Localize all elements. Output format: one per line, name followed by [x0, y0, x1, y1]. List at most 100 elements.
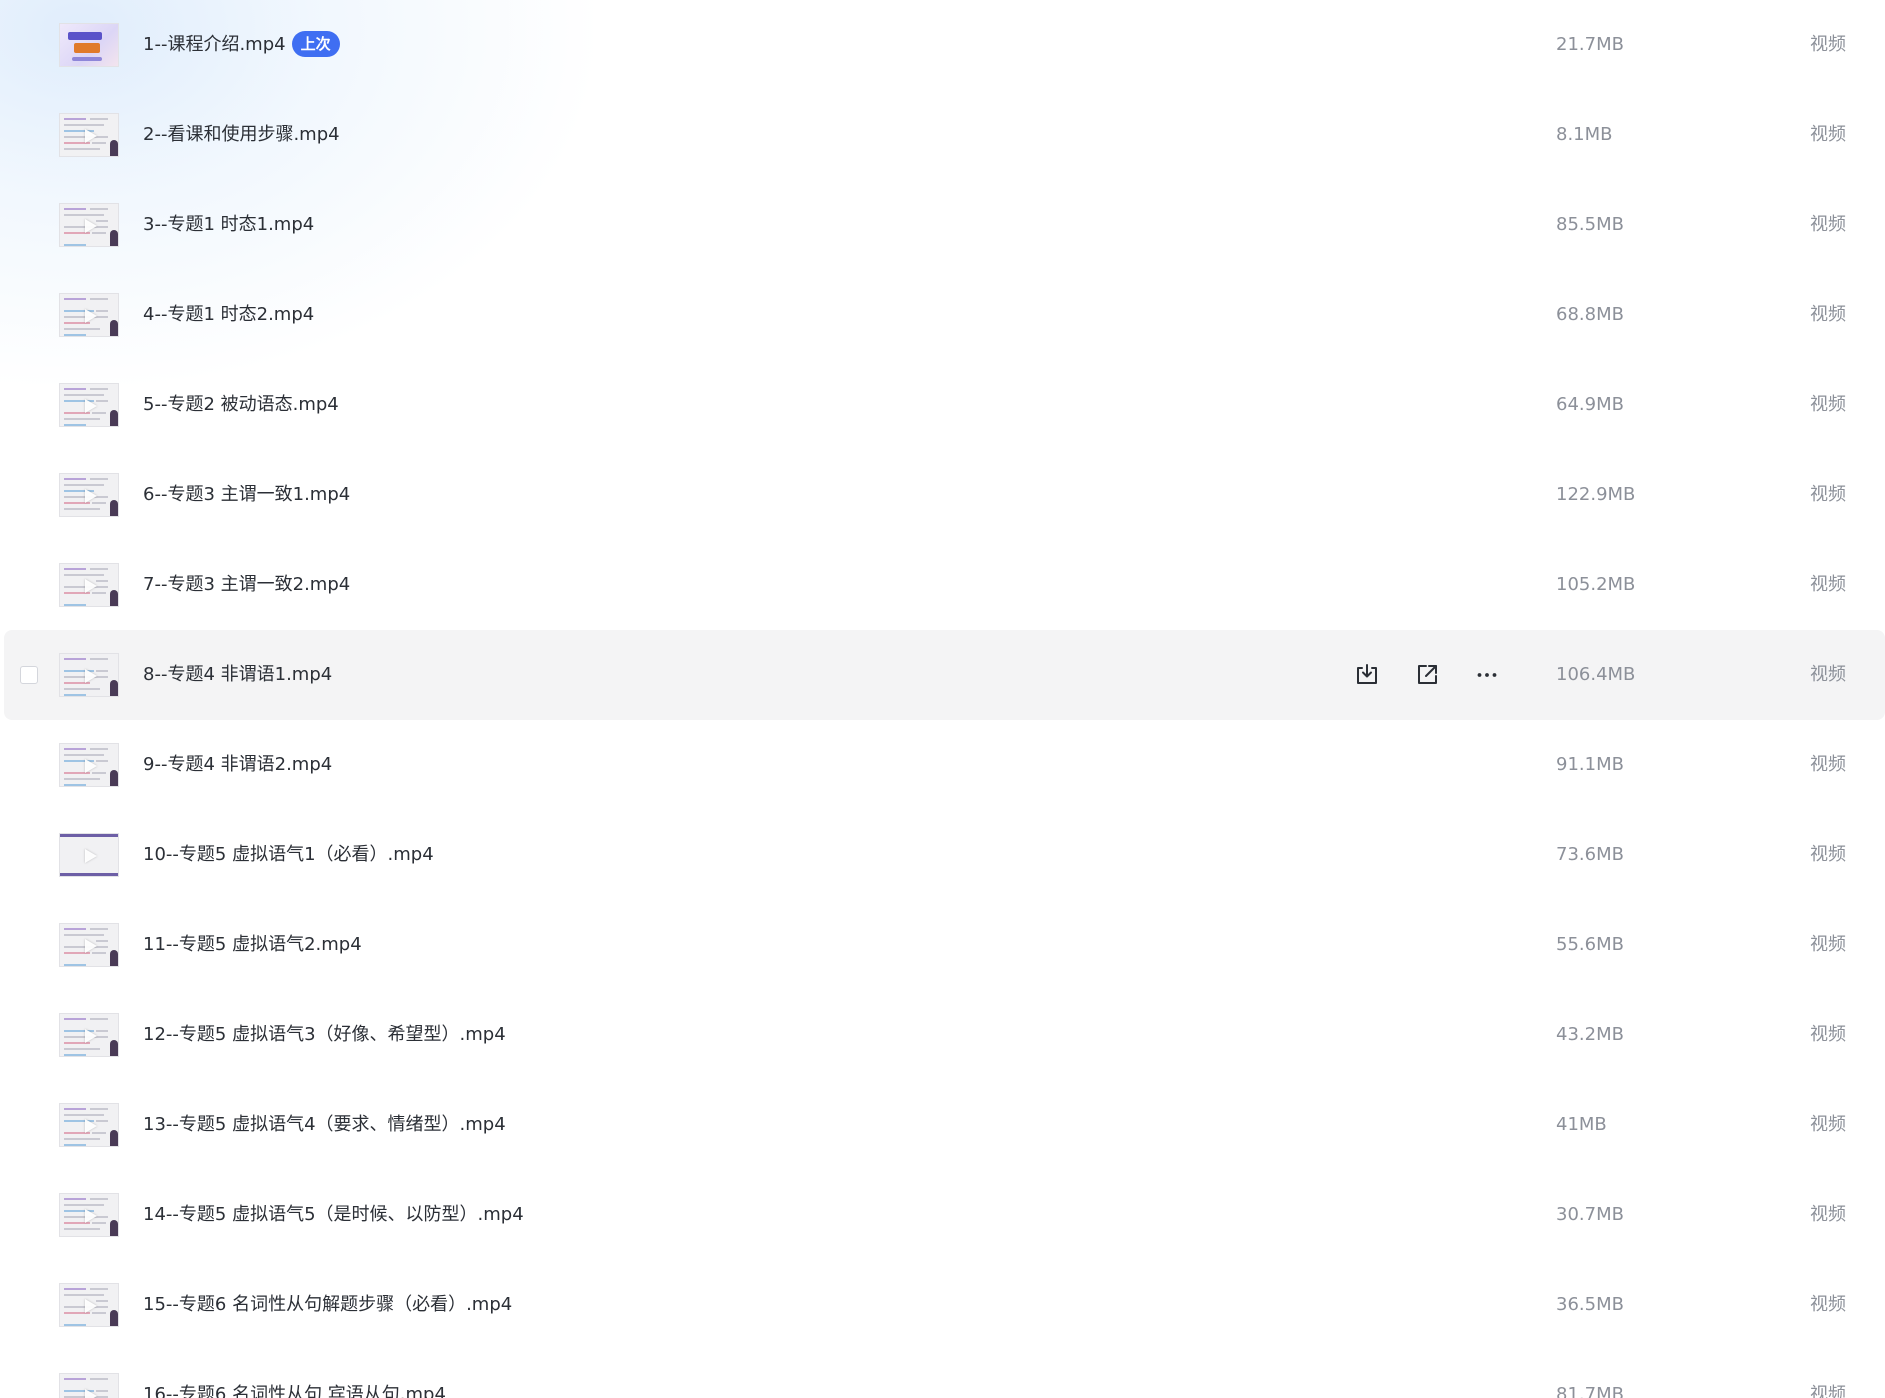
- video-thumbnail[interactable]: [59, 833, 119, 877]
- thumbnail-text-line: [64, 1018, 86, 1020]
- file-name[interactable]: 4--专题1 时态2.mp4: [143, 270, 314, 360]
- file-row[interactable]: 6--专题3 主谓一致1.mp4 122.9MB 视频: [0, 450, 1885, 540]
- file-name[interactable]: 14--专题5 虚拟语气5（是时候、以防型）.mp4: [143, 1170, 524, 1260]
- thumbnail-text-line: [90, 478, 108, 480]
- file-row[interactable]: 13--专题5 虚拟语气4（要求、情绪型）.mp4 41MB 视频: [0, 1080, 1885, 1170]
- video-thumbnail[interactable]: [59, 923, 119, 967]
- file-row[interactable]: 1--课程介绍.mp4 上次 21.7MB 视频: [0, 0, 1885, 90]
- thumbnail-text-line: [90, 298, 108, 300]
- video-thumbnail[interactable]: [59, 293, 119, 337]
- thumbnail-text-line: [64, 478, 86, 480]
- thumbnail-cover-num: [74, 43, 100, 53]
- file-row[interactable]: 5--专题2 被动语态.mp4 64.9MB 视频: [0, 360, 1885, 450]
- file-row[interactable]: 10--专题5 虚拟语气1（必看）.mp4 73.6MB 视频: [0, 810, 1885, 900]
- file-name[interactable]: 7--专题3 主谓一致2.mp4: [143, 540, 350, 630]
- thumbnail-text-line: [90, 208, 108, 210]
- file-row[interactable]: 4--专题1 时态2.mp4 68.8MB 视频: [0, 270, 1885, 360]
- video-thumbnail[interactable]: [59, 473, 119, 517]
- thumbnail-text-line: [64, 1228, 100, 1230]
- file-row[interactable]: 15--专题6 名词性从句解题步骤（必看）.mp4 36.5MB 视频: [0, 1260, 1885, 1350]
- download-button[interactable]: [1352, 660, 1382, 690]
- file-name-text: 3--专题1 时态1.mp4: [143, 214, 315, 235]
- file-name[interactable]: 3--专题1 时态1.mp4: [143, 180, 314, 270]
- file-type: 视频: [1810, 934, 1846, 955]
- file-row[interactable]: 3--专题1 时态1.mp4 85.5MB 视频: [0, 180, 1885, 270]
- file-name-text: 6--专题3 主谓一致1.mp4: [143, 484, 351, 505]
- file-name-text: 16--专题6 名词性从句 宾语从句.mp4: [143, 1384, 446, 1398]
- file-name[interactable]: 16--专题6 名词性从句 宾语从句.mp4: [143, 1350, 446, 1398]
- file-name-text: 9--专题4 非谓语2.mp4: [143, 754, 333, 775]
- video-thumbnail[interactable]: [59, 563, 119, 607]
- thumbnail-bottom-bar: [60, 873, 118, 876]
- file-name[interactable]: 2--看课和使用步骤.mp4: [143, 90, 340, 180]
- thumbnail-text-line: [64, 214, 104, 216]
- play-icon: [85, 1209, 97, 1223]
- select-checkbox[interactable]: [20, 666, 38, 684]
- file-row[interactable]: 9--专题4 非谓语2.mp4 91.1MB 视频: [0, 720, 1885, 810]
- play-icon: [85, 129, 97, 143]
- thumbnail-text-line: [64, 784, 86, 786]
- thumbnail-presenter: [110, 590, 118, 606]
- video-thumbnail[interactable]: [59, 1193, 119, 1237]
- file-size: 122.9MB: [1556, 484, 1636, 505]
- file-size: 41MB: [1556, 1114, 1607, 1135]
- thumbnail-cover-sub: [72, 57, 102, 61]
- thumbnail-text-line: [64, 928, 86, 930]
- thumbnail-text-line: [90, 1378, 108, 1380]
- video-thumbnail[interactable]: [59, 1013, 119, 1057]
- thumbnail-text-line: [64, 484, 104, 486]
- file-row[interactable]: 7--专题3 主谓一致2.mp4 105.2MB 视频: [0, 540, 1885, 630]
- file-type: 视频: [1810, 1024, 1846, 1045]
- thumbnail-text-line: [64, 748, 86, 750]
- file-size: 105.2MB: [1556, 574, 1636, 595]
- thumbnail-text-line: [64, 688, 100, 690]
- file-name[interactable]: 5--专题2 被动语态.mp4: [143, 360, 339, 450]
- thumbnail-text-line: [64, 964, 86, 966]
- video-thumbnail[interactable]: [59, 1373, 119, 1398]
- file-name[interactable]: 12--专题5 虚拟语气3（好像、希望型）.mp4: [143, 990, 506, 1080]
- file-row[interactable]: 16--专题6 名词性从句 宾语从句.mp4 81.7MB 视频: [0, 1350, 1885, 1398]
- file-row[interactable]: 11--专题5 虚拟语气2.mp4 55.6MB 视频: [0, 900, 1885, 990]
- file-name[interactable]: 6--专题3 主谓一致1.mp4: [143, 450, 350, 540]
- file-type: 视频: [1810, 1204, 1846, 1225]
- video-thumbnail[interactable]: [59, 743, 119, 787]
- file-name[interactable]: 13--专题5 虚拟语气4（要求、情绪型）.mp4: [143, 1080, 506, 1170]
- thumbnail-text-line: [64, 418, 100, 420]
- thumbnail-presenter: [110, 770, 118, 786]
- file-name[interactable]: 15--专题6 名词性从句解题步骤（必看）.mp4: [143, 1260, 512, 1350]
- file-name-text: 1--课程介绍.mp4: [143, 34, 286, 55]
- thumbnail-presenter: [110, 500, 118, 516]
- thumbnail-text-line: [96, 1120, 108, 1122]
- file-size: 81.7MB: [1556, 1384, 1624, 1398]
- thumbnail-text-line: [64, 1378, 86, 1380]
- file-type: 视频: [1810, 574, 1846, 595]
- video-thumbnail[interactable]: [59, 203, 119, 247]
- video-thumbnail[interactable]: [59, 383, 119, 427]
- video-thumbnail[interactable]: [59, 113, 119, 157]
- file-name[interactable]: 1--课程介绍.mp4 上次: [143, 0, 340, 90]
- thumbnail-text-line: [64, 244, 86, 246]
- file-row[interactable]: 12--专题5 虚拟语气3（好像、希望型）.mp4 43.2MB 视频: [0, 990, 1885, 1080]
- play-icon: [85, 939, 97, 953]
- file-row[interactable]: 8--专题4 非谓语1.mp4 106.4MB 视频: [4, 630, 1885, 720]
- file-name[interactable]: 9--专题4 非谓语2.mp4: [143, 720, 332, 810]
- video-thumbnail[interactable]: [59, 1283, 119, 1327]
- file-name[interactable]: 8--专题4 非谓语1.mp4: [143, 630, 332, 720]
- video-thumbnail[interactable]: [59, 653, 119, 697]
- file-name-text: 5--专题2 被动语态.mp4: [143, 394, 339, 415]
- thumbnail-text-line: [64, 508, 100, 510]
- share-icon: [1414, 662, 1440, 688]
- file-row[interactable]: 2--看课和使用步骤.mp4 8.1MB 视频: [0, 90, 1885, 180]
- share-button[interactable]: [1412, 660, 1442, 690]
- more-button[interactable]: [1472, 660, 1502, 690]
- video-thumbnail[interactable]: [59, 23, 119, 67]
- file-row[interactable]: 14--专题5 虚拟语气5（是时候、以防型）.mp4 30.7MB 视频: [0, 1170, 1885, 1260]
- thumbnail-text-line: [64, 1288, 86, 1290]
- thumbnail-text-line: [96, 220, 108, 222]
- play-icon: [85, 309, 97, 323]
- file-type: 视频: [1810, 844, 1846, 865]
- thumbnail-text-line: [64, 118, 86, 120]
- file-name[interactable]: 10--专题5 虚拟语气1（必看）.mp4: [143, 810, 434, 900]
- file-name[interactable]: 11--专题5 虚拟语气2.mp4: [143, 900, 362, 990]
- video-thumbnail[interactable]: [59, 1103, 119, 1147]
